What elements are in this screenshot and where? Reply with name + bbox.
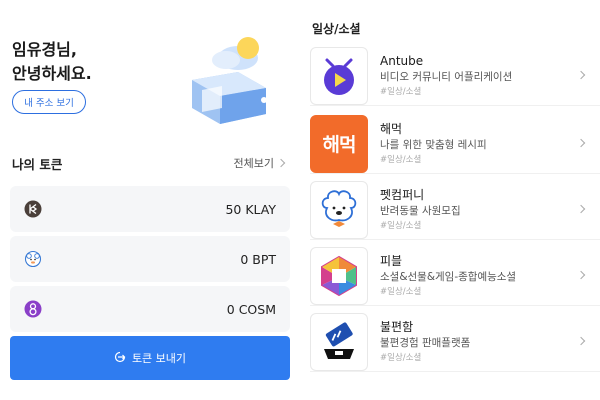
token-value: 50 KLAY: [225, 201, 276, 217]
klay-icon: [24, 200, 42, 218]
app-tag: #일상/소셜: [380, 286, 422, 297]
app-name: 불편함: [380, 319, 414, 334]
app-name: 해먹: [380, 121, 403, 136]
category-title: 일상/소셜: [312, 22, 361, 36]
send-token-label: 토큰 보내기: [131, 352, 187, 365]
token-row-cosm[interactable]: 0 COSM: [10, 286, 290, 332]
wallet-illustration-icon: [178, 30, 278, 130]
see-all-link[interactable]: 전체보기: [233, 155, 286, 171]
view-address-button[interactable]: 내 주소 보기: [12, 90, 86, 114]
wallet-panel: 임유경님, 안녕하세요. 내 주소 보기 나의 토큰 전체보기 50 KLAY: [0, 0, 300, 400]
app-item-pibl[interactable]: 피블 소셜&선물&게임-종합예능소셜 #일상/소셜: [310, 246, 600, 306]
chevron-right-icon: [576, 270, 586, 280]
token-value: 0 COSM: [226, 301, 276, 317]
app-description: 나를 위한 맞춤형 레시피: [380, 138, 487, 151]
app-item-antube[interactable]: Antube 비디오 커뮤니티 어플리케이션 #일상/소셜: [310, 46, 600, 106]
app-description: 비디오 커뮤니티 어플리케이션: [380, 70, 513, 83]
app-description: 소셜&선물&게임-종합예능소셜: [380, 270, 517, 283]
token-row-klay[interactable]: 50 KLAY: [10, 186, 290, 232]
app-name: 피블: [380, 253, 403, 268]
haemuk-logo-text: 해먹: [322, 134, 357, 156]
dapp-list-panel: 일상/소셜 Antube 비디오 커뮤니티 어플리케이션 #일상/소셜 해먹 해…: [300, 0, 600, 400]
see-all-label: 전체보기: [233, 157, 274, 170]
app-item-haemuk[interactable]: 해먹 해먹 나를 위한 맞춤형 레시피 #일상/소셜: [310, 114, 600, 174]
token-row-bpt[interactable]: 0 BPT: [10, 236, 290, 282]
haemuk-logo-icon: 해먹: [310, 114, 368, 173]
chevron-right-icon: [576, 70, 586, 80]
app-meta: 해먹 나를 위한 맞춤형 레시피 #일상/소셜: [380, 121, 487, 167]
token-value: 0 BPT: [240, 251, 276, 267]
app-description: 반려동물 사원모집: [380, 204, 461, 217]
send-token-button[interactable]: 토큰 보내기: [10, 336, 290, 380]
app-tag: #일상/소셜: [380, 220, 422, 231]
greeting-line-2: 안녕하세요.: [12, 64, 92, 83]
app-name: Antube: [380, 53, 424, 68]
petcompany-logo-icon: [310, 180, 368, 239]
pibl-logo-icon: [310, 246, 368, 305]
send-icon: [114, 351, 126, 366]
app-name: 펫컴퍼니: [380, 187, 425, 202]
chevron-right-icon: [576, 204, 586, 214]
cosm-icon: [24, 300, 42, 318]
app-item-petcompany[interactable]: 펫컴퍼니 반려동물 사원모집 #일상/소셜: [310, 180, 600, 240]
app-description: 불편경험 판매플랫폼: [380, 336, 471, 349]
chevron-right-icon: [576, 138, 586, 148]
bpt-icon: [24, 250, 42, 268]
greeting-line-1: 임유경님,: [12, 40, 77, 59]
app-meta: 펫컴퍼니 반려동물 사원모집 #일상/소셜: [380, 187, 461, 233]
app-tag: #일상/소셜: [380, 154, 422, 165]
antube-logo-icon: [310, 46, 368, 105]
app-tag: #일상/소셜: [380, 86, 422, 97]
chevron-right-icon: [276, 158, 286, 168]
app-meta: 불편함 불편경험 판매플랫폼 #일상/소셜: [380, 319, 470, 365]
my-tokens-title: 나의 토큰: [12, 157, 63, 172]
app-meta: 피블 소셜&선물&게임-종합예능소셜 #일상/소셜: [380, 253, 516, 299]
greeting: 임유경님, 안녕하세요.: [12, 38, 92, 86]
app-item-bulpyeonham[interactable]: 불편함 불편경험 판매플랫폼 #일상/소셜: [310, 312, 600, 372]
app-meta: Antube 비디오 커뮤니티 어플리케이션 #일상/소셜: [380, 53, 512, 99]
bulpyeonham-logo-icon: [310, 312, 368, 371]
chevron-right-icon: [576, 336, 586, 346]
app-tag: #일상/소셜: [380, 352, 422, 363]
